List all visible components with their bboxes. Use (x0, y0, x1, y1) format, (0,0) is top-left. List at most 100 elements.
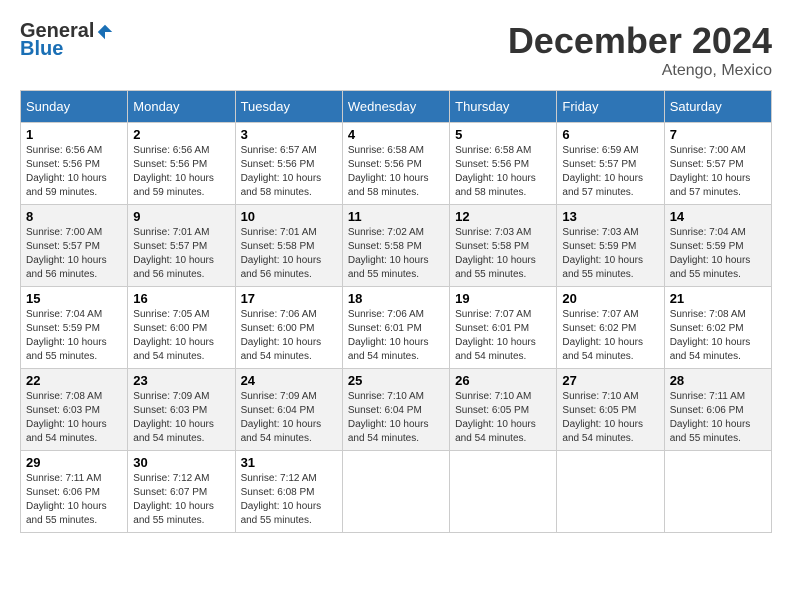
day-number: 14 (670, 209, 766, 224)
weekday-header-monday: Monday (128, 91, 235, 123)
calendar-cell: 6 Sunrise: 6:59 AM Sunset: 5:57 PM Dayli… (557, 123, 664, 205)
calendar-cell: 5 Sunrise: 6:58 AM Sunset: 5:56 PM Dayli… (450, 123, 557, 205)
calendar-cell: 18 Sunrise: 7:06 AM Sunset: 6:01 PM Dayl… (342, 287, 449, 369)
calendar-table: SundayMondayTuesdayWednesdayThursdayFrid… (20, 90, 772, 533)
calendar-cell (557, 451, 664, 533)
calendar-cell: 21 Sunrise: 7:08 AM Sunset: 6:02 PM Dayl… (664, 287, 771, 369)
day-info: Sunrise: 7:04 AM Sunset: 5:59 PM Dayligh… (26, 309, 107, 362)
day-info: Sunrise: 7:00 AM Sunset: 5:57 PM Dayligh… (26, 227, 107, 280)
weekday-header-tuesday: Tuesday (235, 91, 342, 123)
day-number: 28 (670, 373, 766, 388)
day-info: Sunrise: 7:11 AM Sunset: 6:06 PM Dayligh… (670, 391, 751, 444)
day-number: 25 (348, 373, 444, 388)
calendar-cell: 12 Sunrise: 7:03 AM Sunset: 5:58 PM Dayl… (450, 205, 557, 287)
weekday-header-friday: Friday (557, 91, 664, 123)
calendar-cell: 16 Sunrise: 7:05 AM Sunset: 6:00 PM Dayl… (128, 287, 235, 369)
day-number: 9 (133, 209, 229, 224)
day-info: Sunrise: 6:56 AM Sunset: 5:56 PM Dayligh… (133, 145, 214, 198)
calendar-cell: 27 Sunrise: 7:10 AM Sunset: 6:05 PM Dayl… (557, 369, 664, 451)
day-number: 20 (562, 291, 658, 306)
calendar-cell: 3 Sunrise: 6:57 AM Sunset: 5:56 PM Dayli… (235, 123, 342, 205)
calendar-cell (342, 451, 449, 533)
logo-icon (96, 23, 114, 41)
day-info: Sunrise: 7:02 AM Sunset: 5:58 PM Dayligh… (348, 227, 429, 280)
calendar-cell: 17 Sunrise: 7:06 AM Sunset: 6:00 PM Dayl… (235, 287, 342, 369)
title-section: December 2024 Atengo, Mexico (508, 20, 772, 80)
calendar-cell: 2 Sunrise: 6:56 AM Sunset: 5:56 PM Dayli… (128, 123, 235, 205)
day-number: 27 (562, 373, 658, 388)
calendar-cell: 22 Sunrise: 7:08 AM Sunset: 6:03 PM Dayl… (21, 369, 128, 451)
weekday-header-row: SundayMondayTuesdayWednesdayThursdayFrid… (21, 91, 772, 123)
day-info: Sunrise: 7:06 AM Sunset: 6:00 PM Dayligh… (241, 309, 322, 362)
day-number: 21 (670, 291, 766, 306)
day-number: 4 (348, 127, 444, 142)
day-info: Sunrise: 7:05 AM Sunset: 6:00 PM Dayligh… (133, 309, 214, 362)
calendar-cell: 19 Sunrise: 7:07 AM Sunset: 6:01 PM Dayl… (450, 287, 557, 369)
weekday-header-wednesday: Wednesday (342, 91, 449, 123)
weekday-header-sunday: Sunday (21, 91, 128, 123)
day-number: 1 (26, 127, 122, 142)
day-info: Sunrise: 7:11 AM Sunset: 6:06 PM Dayligh… (26, 473, 107, 526)
day-number: 19 (455, 291, 551, 306)
day-number: 8 (26, 209, 122, 224)
calendar-cell: 24 Sunrise: 7:09 AM Sunset: 6:04 PM Dayl… (235, 369, 342, 451)
weekday-header-saturday: Saturday (664, 91, 771, 123)
calendar-cell: 13 Sunrise: 7:03 AM Sunset: 5:59 PM Dayl… (557, 205, 664, 287)
day-info: Sunrise: 6:59 AM Sunset: 5:57 PM Dayligh… (562, 145, 643, 198)
logo: General Blue (20, 20, 114, 61)
day-info: Sunrise: 6:58 AM Sunset: 5:56 PM Dayligh… (348, 145, 429, 198)
day-info: Sunrise: 7:10 AM Sunset: 6:05 PM Dayligh… (455, 391, 536, 444)
weekday-header-thursday: Thursday (450, 91, 557, 123)
logo-blue-text: Blue (20, 38, 63, 61)
day-number: 26 (455, 373, 551, 388)
day-number: 11 (348, 209, 444, 224)
calendar-cell: 20 Sunrise: 7:07 AM Sunset: 6:02 PM Dayl… (557, 287, 664, 369)
location: Atengo, Mexico (508, 62, 772, 80)
calendar-cell: 30 Sunrise: 7:12 AM Sunset: 6:07 PM Dayl… (128, 451, 235, 533)
day-info: Sunrise: 7:03 AM Sunset: 5:59 PM Dayligh… (562, 227, 643, 280)
day-number: 16 (133, 291, 229, 306)
calendar-cell: 29 Sunrise: 7:11 AM Sunset: 6:06 PM Dayl… (21, 451, 128, 533)
day-number: 24 (241, 373, 337, 388)
calendar-cell: 4 Sunrise: 6:58 AM Sunset: 5:56 PM Dayli… (342, 123, 449, 205)
day-number: 22 (26, 373, 122, 388)
day-number: 13 (562, 209, 658, 224)
day-number: 29 (26, 455, 122, 470)
day-info: Sunrise: 7:03 AM Sunset: 5:58 PM Dayligh… (455, 227, 536, 280)
day-info: Sunrise: 7:12 AM Sunset: 6:08 PM Dayligh… (241, 473, 322, 526)
calendar-cell: 28 Sunrise: 7:11 AM Sunset: 6:06 PM Dayl… (664, 369, 771, 451)
day-info: Sunrise: 7:00 AM Sunset: 5:57 PM Dayligh… (670, 145, 751, 198)
calendar-cell: 7 Sunrise: 7:00 AM Sunset: 5:57 PM Dayli… (664, 123, 771, 205)
day-info: Sunrise: 7:07 AM Sunset: 6:02 PM Dayligh… (562, 309, 643, 362)
day-number: 30 (133, 455, 229, 470)
calendar-cell (450, 451, 557, 533)
day-number: 12 (455, 209, 551, 224)
day-info: Sunrise: 7:06 AM Sunset: 6:01 PM Dayligh… (348, 309, 429, 362)
day-number: 15 (26, 291, 122, 306)
day-number: 31 (241, 455, 337, 470)
day-number: 10 (241, 209, 337, 224)
day-info: Sunrise: 7:01 AM Sunset: 5:57 PM Dayligh… (133, 227, 214, 280)
calendar-cell: 26 Sunrise: 7:10 AM Sunset: 6:05 PM Dayl… (450, 369, 557, 451)
day-info: Sunrise: 7:10 AM Sunset: 6:04 PM Dayligh… (348, 391, 429, 444)
day-info: Sunrise: 7:01 AM Sunset: 5:58 PM Dayligh… (241, 227, 322, 280)
calendar-cell: 14 Sunrise: 7:04 AM Sunset: 5:59 PM Dayl… (664, 205, 771, 287)
calendar-cell (664, 451, 771, 533)
day-number: 5 (455, 127, 551, 142)
day-info: Sunrise: 7:08 AM Sunset: 6:02 PM Dayligh… (670, 309, 751, 362)
day-info: Sunrise: 7:04 AM Sunset: 5:59 PM Dayligh… (670, 227, 751, 280)
day-info: Sunrise: 7:09 AM Sunset: 6:03 PM Dayligh… (133, 391, 214, 444)
day-info: Sunrise: 7:08 AM Sunset: 6:03 PM Dayligh… (26, 391, 107, 444)
day-info: Sunrise: 6:58 AM Sunset: 5:56 PM Dayligh… (455, 145, 536, 198)
day-number: 2 (133, 127, 229, 142)
day-number: 7 (670, 127, 766, 142)
calendar-cell: 25 Sunrise: 7:10 AM Sunset: 6:04 PM Dayl… (342, 369, 449, 451)
page-header: General Blue December 2024 Atengo, Mexic… (20, 20, 772, 80)
calendar-cell: 31 Sunrise: 7:12 AM Sunset: 6:08 PM Dayl… (235, 451, 342, 533)
day-number: 6 (562, 127, 658, 142)
day-info: Sunrise: 7:09 AM Sunset: 6:04 PM Dayligh… (241, 391, 322, 444)
calendar-cell: 23 Sunrise: 7:09 AM Sunset: 6:03 PM Dayl… (128, 369, 235, 451)
calendar-cell: 11 Sunrise: 7:02 AM Sunset: 5:58 PM Dayl… (342, 205, 449, 287)
day-number: 17 (241, 291, 337, 306)
day-info: Sunrise: 7:07 AM Sunset: 6:01 PM Dayligh… (455, 309, 536, 362)
